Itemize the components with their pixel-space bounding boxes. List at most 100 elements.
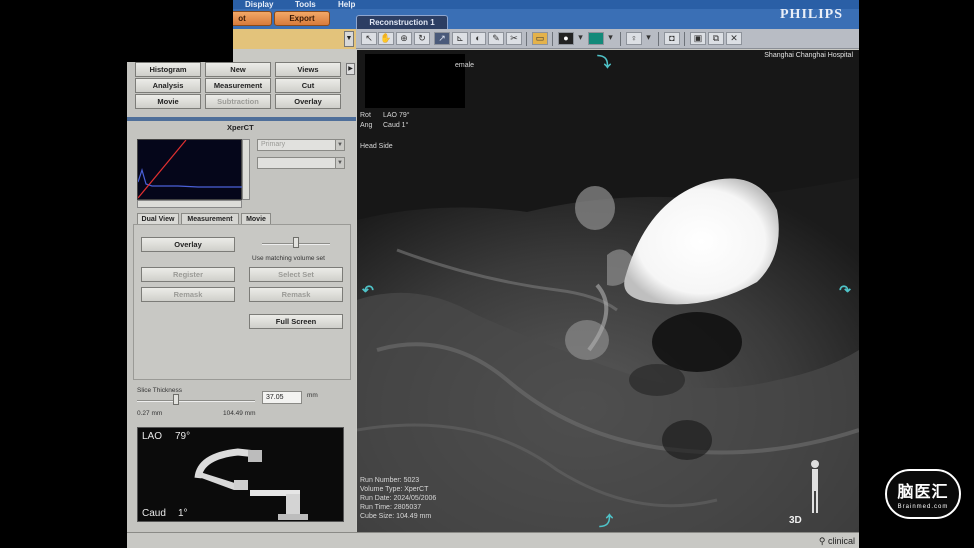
- select-set-button[interactable]: Select Set: [249, 267, 343, 282]
- slice-thickness-thumb[interactable]: [172, 394, 179, 405]
- toolbar-left-strip: [233, 29, 356, 49]
- primary-select[interactable]: Primary ▼: [257, 139, 345, 151]
- chevron-down-icon[interactable]: ▼: [335, 158, 344, 168]
- pan-icon[interactable]: ✋: [378, 32, 394, 45]
- logged-in-user: ⚲ clinical: [819, 536, 855, 547]
- watermark-text: 脑医汇: [897, 484, 949, 501]
- slice-thickness-input[interactable]: 37.05: [262, 391, 302, 404]
- chevron-down-icon[interactable]: ▾: [644, 32, 653, 45]
- chevron-down-icon[interactable]: ▾: [576, 32, 585, 45]
- measure-icon[interactable]: ⊾: [452, 32, 468, 45]
- export-button[interactable]: Export: [274, 11, 330, 26]
- rotation-label: Rot: [360, 112, 371, 119]
- run-info-line: Run Time: 2805037: [360, 504, 422, 511]
- watermark-logo: 脑医汇 Brainmed.com: [885, 469, 961, 519]
- slice-max-label: 104.49 mm: [223, 410, 256, 417]
- remask-button-left[interactable]: Remask: [141, 287, 235, 302]
- window-level-icon[interactable]: ◐: [470, 32, 486, 45]
- new-button[interactable]: New: [205, 62, 271, 77]
- slice-thickness-track[interactable]: [137, 400, 255, 402]
- rotate-up-icon[interactable]: ⤵: [595, 54, 613, 70]
- panel-title: XperCT: [227, 123, 254, 132]
- cut-button[interactable]: Cut: [275, 78, 341, 93]
- movie-button[interactable]: Movie: [135, 94, 201, 109]
- histogram-graph: [137, 139, 242, 200]
- panel-expand-icon[interactable]: ▶: [346, 63, 355, 75]
- lamp-icon[interactable]: ♀: [626, 32, 642, 45]
- toolbar-scroll-icon[interactable]: ▼: [344, 31, 354, 47]
- subtraction-button[interactable]: Subtraction: [205, 94, 271, 109]
- slice-thickness-label: Slice Thickness: [137, 387, 183, 394]
- menu-bar: Display Tools Help: [127, 0, 859, 9]
- zoom-icon[interactable]: ⊕: [396, 32, 412, 45]
- run-info-line: Run Date: 2024/05/2006: [360, 495, 437, 502]
- render-mode-icon[interactable]: ●: [558, 32, 574, 45]
- cut-icon[interactable]: ✂: [506, 32, 522, 45]
- user-icon: ⚲: [818, 536, 826, 546]
- view-toolbar: ↖ ✋ ⊕ ↻ ↗ ⊾ ◐ ✎ ✂ ▭ ● ▾ ▾ ♀ ▾ ◘ ▣ ⧉ ✕: [356, 29, 859, 49]
- full-screen-button[interactable]: Full Screen: [249, 314, 343, 329]
- status-bar: ⚲ clinical: [127, 532, 859, 548]
- slice-unit-label: mm: [307, 392, 318, 399]
- primary-select-value: Primary: [261, 141, 286, 148]
- view-mode-label: 3D: [789, 515, 802, 526]
- c-arm-orientation-thumbnail: LAO 79° Caud 1°: [137, 427, 344, 522]
- redaction-box: [127, 0, 233, 62]
- remask-button-right[interactable]: Remask: [249, 287, 343, 302]
- rotation-value: LAO 79°: [383, 112, 410, 119]
- patient-sex-text: emale: [455, 62, 475, 69]
- user-name: clinical: [827, 536, 855, 546]
- analysis-button[interactable]: Analysis: [135, 78, 201, 93]
- hospital-name: Shanghai Changhai Hospital: [764, 52, 853, 59]
- camera-icon[interactable]: ◘: [664, 32, 680, 45]
- use-matching-label: Use matching volume set: [252, 255, 325, 262]
- brand-logo: PHILIPS: [780, 7, 844, 22]
- panel-divider: [127, 117, 356, 121]
- measurement-button[interactable]: Measurement: [205, 78, 271, 93]
- register-button[interactable]: Register: [141, 267, 235, 282]
- slice-min-label: 0.27 mm: [137, 410, 163, 417]
- cursor-icon[interactable]: ↖: [361, 32, 377, 45]
- 3d-viewport[interactable]: emale Rot LAO 79° Ang Caud 1° Head Side …: [357, 50, 859, 532]
- menu-help[interactable]: Help: [338, 0, 355, 9]
- overlay-tool-button[interactable]: Overlay: [275, 94, 341, 109]
- rotate-left-icon[interactable]: ↶: [359, 282, 377, 298]
- angulation-value: Caud 1°: [383, 122, 409, 129]
- application-window: Display Tools Help ot Export Reconstruct…: [127, 0, 859, 548]
- chevron-down-icon[interactable]: ▾: [606, 32, 615, 45]
- letterbox-left: [0, 0, 127, 548]
- annotate-icon[interactable]: ✎: [488, 32, 504, 45]
- rendered-angiography-volume: [357, 50, 859, 532]
- layout-icon[interactable]: ▣: [690, 32, 706, 45]
- secondary-select[interactable]: ▼: [257, 157, 345, 169]
- letterbox-right: [859, 0, 974, 548]
- rotate-right-icon[interactable]: ↷: [836, 282, 854, 298]
- run-info-line: Volume Type: XperCT: [360, 486, 429, 493]
- chevron-down-icon[interactable]: ▼: [335, 140, 344, 150]
- select-icon[interactable]: ↗: [434, 32, 450, 45]
- orientation-text: Head Side: [360, 143, 393, 150]
- menu-display[interactable]: Display: [245, 0, 273, 9]
- c-arm-illustration: [194, 448, 308, 520]
- rotate-down-icon[interactable]: ⤴: [597, 513, 615, 529]
- close-icon[interactable]: ✕: [726, 32, 742, 45]
- tab-reconstruction[interactable]: Reconstruction 1: [356, 15, 448, 30]
- watermark-subtext: Brainmed.com: [897, 504, 949, 510]
- menu-tools[interactable]: Tools: [295, 0, 316, 9]
- dual-view-panel: Overlay Use matching volume set Register…: [133, 224, 351, 380]
- blend-slider-thumb[interactable]: [293, 237, 299, 248]
- histogram-horizontal-scrollbar[interactable]: [137, 200, 242, 208]
- histogram-vertical-scrollbar[interactable]: [242, 139, 250, 200]
- redacted-patient-info: [365, 54, 465, 108]
- rotate-icon[interactable]: ↻: [414, 32, 430, 45]
- overlay-button[interactable]: Overlay: [141, 237, 235, 252]
- views-button[interactable]: Views: [275, 62, 341, 77]
- top-bar: ot Export: [127, 9, 859, 29]
- copy-icon[interactable]: ⧉: [708, 32, 724, 45]
- color-map-icon[interactable]: [588, 32, 604, 45]
- angulation-label: Ang: [360, 122, 373, 129]
- film-icon[interactable]: ▭: [532, 32, 548, 45]
- run-info-line: Cube Size: 104.49 mm: [360, 513, 432, 520]
- histogram-button[interactable]: Histogram: [135, 62, 201, 77]
- run-info-line: Run Number: 5023: [360, 477, 420, 484]
